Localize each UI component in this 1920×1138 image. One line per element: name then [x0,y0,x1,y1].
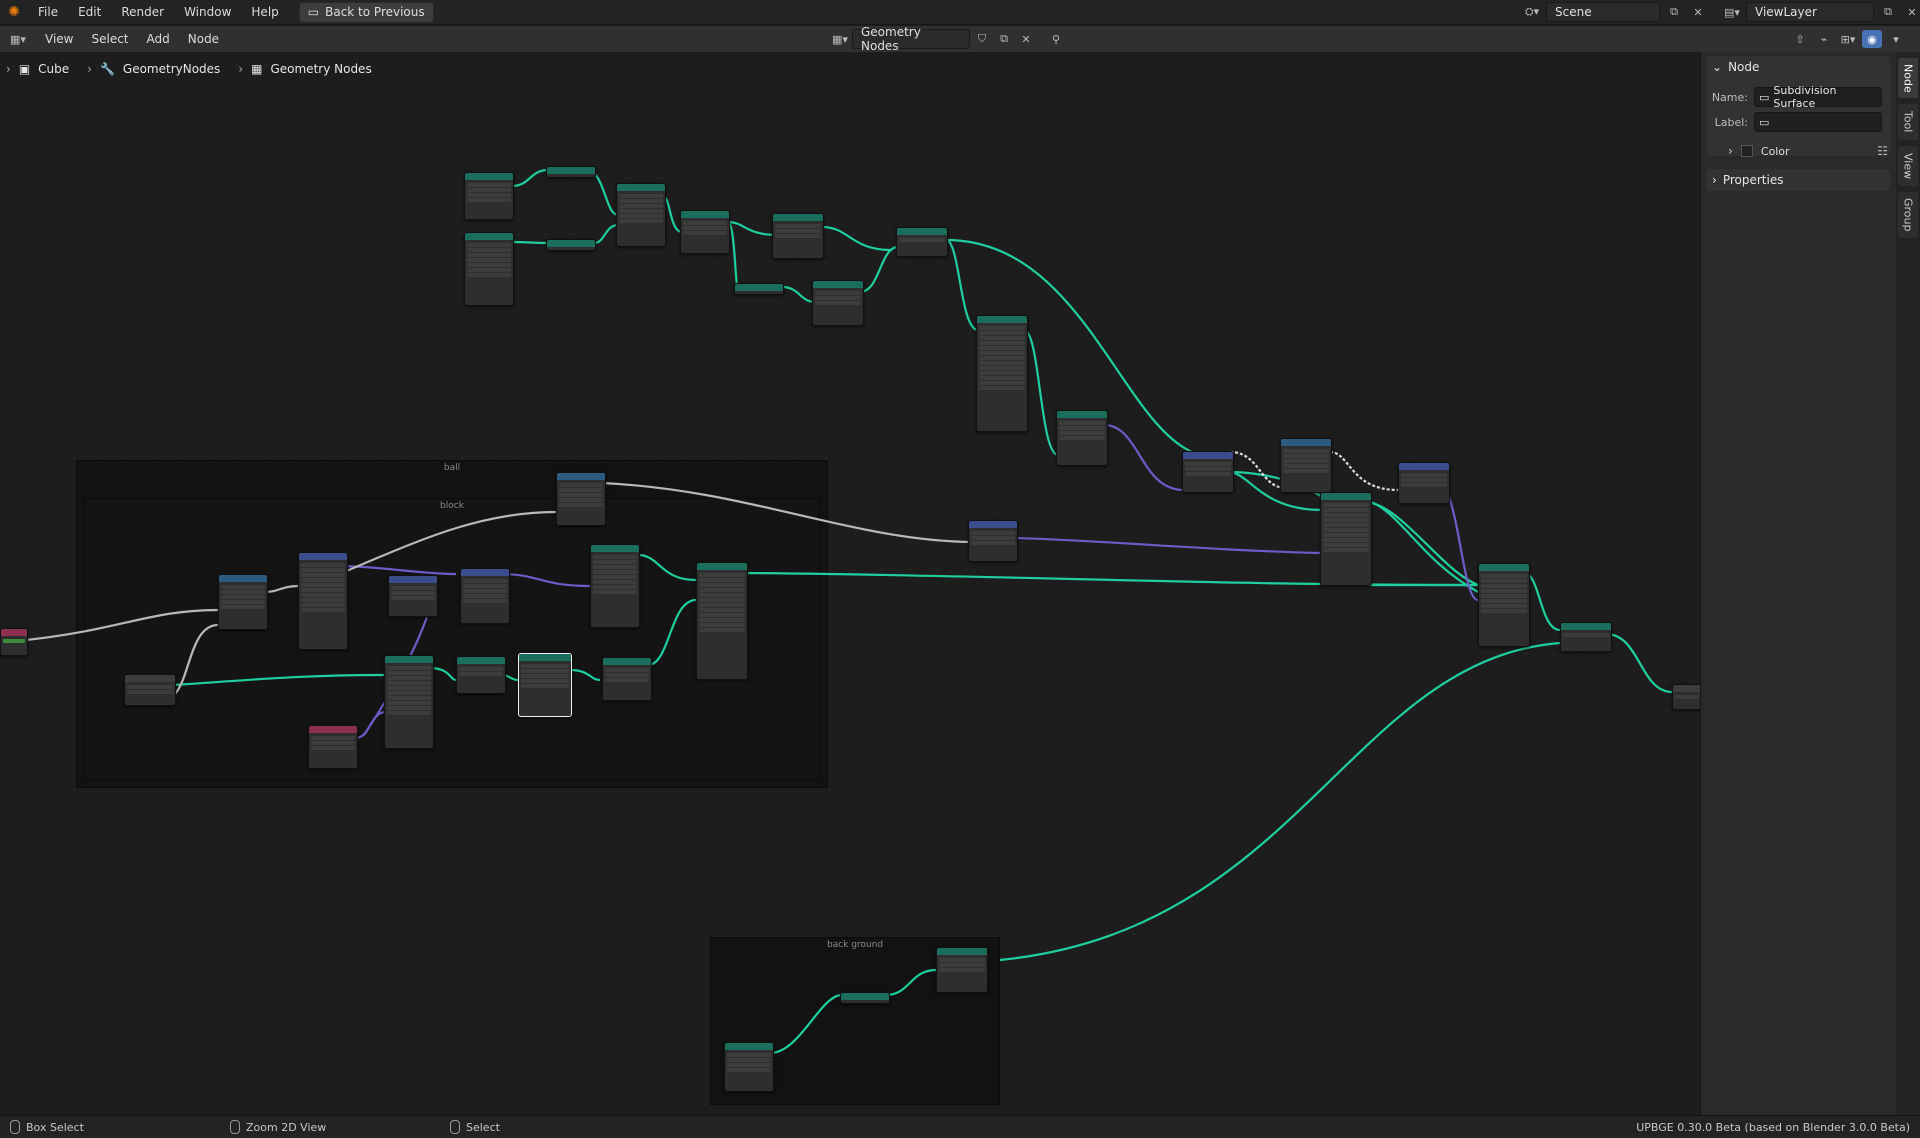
node-set-shade-smooth[interactable] [680,210,730,254]
chevron-right-icon: › [1712,173,1717,187]
node-geometry-proximity[interactable] [1056,410,1108,466]
new-view-layer-icon[interactable]: ⧉ [1878,3,1898,21]
name-row: Name: ▭ Subdivision Surface [1706,84,1882,110]
view-layer-selector: ▤▾ ViewLayer ⧉ ✕ [1722,2,1920,22]
node-icon: ▭ [1759,90,1770,104]
node-subdivide-mesh[interactable] [456,656,506,694]
node-transform-5[interactable] [1320,492,1372,586]
label-field[interactable]: ▭ [1754,112,1882,132]
wrench-icon: 🔧 [99,62,115,76]
label-label: Label: [1714,115,1748,129]
overlay-dropdown-icon[interactable]: ▾ [1886,30,1906,48]
node-instance-on-points[interactable] [696,562,748,680]
tab-node[interactable]: Node [1898,58,1918,98]
node-join-geometry-1[interactable] [896,227,948,257]
node-multiply-1[interactable] [556,472,606,526]
status-box-select: Box Select [10,1120,220,1134]
node-links [25,168,1673,1055]
node-set-material-1[interactable] [772,213,824,259]
mouse-left-icon [10,1120,20,1134]
node-tree-icon: ▦ [251,62,263,76]
name-label: Name: [1711,90,1748,104]
node-multiply-2[interactable] [218,574,268,630]
mouse-middle-icon [230,1120,240,1134]
node-multiply-3[interactable] [460,568,510,624]
tab-group[interactable]: Group [1898,192,1918,238]
node-separate-xyz-2[interactable] [388,575,438,617]
color-label: Color [1760,144,1790,158]
sidebar-tabs: Node Tool View Group [1896,52,1920,1115]
chevron-right-icon: › [1728,144,1733,158]
node-value-input[interactable] [0,628,28,656]
overlay-icon[interactable]: ◉ [1862,30,1882,48]
breadcrumb-modifier: GeometryNodes [122,62,221,76]
mouse-right-icon [450,1120,460,1134]
properties-panel-header[interactable]: › Properties [1706,169,1890,191]
list-icon[interactable]: ☷ [1877,144,1888,158]
status-select-label: Select [466,1120,500,1134]
node-math-1[interactable] [1280,438,1332,493]
tab-view[interactable]: View [1898,146,1918,186]
node-group-input[interactable] [124,674,176,706]
chevron-right-icon: › [6,62,11,76]
version-label: UPBGE 0.30.0 Beta (based on Blender 3.0.… [1636,1120,1910,1134]
name-value: Subdivision Surface [1773,84,1837,110]
view-layer-field[interactable]: ViewLayer [1746,2,1874,22]
breadcrumb-node-group: Geometry Nodes [270,62,372,76]
node-mesh-boolean[interactable] [616,183,666,247]
snap-mode-icon[interactable]: ⊞▾ [1838,30,1858,48]
node-panel-title: Node [1728,60,1760,74]
status-box-select-label: Box Select [26,1120,84,1134]
node-uv-sphere[interactable] [464,172,514,220]
chevron-down-icon: ⌄ [1712,60,1723,74]
node-mesh-line[interactable] [590,544,640,628]
status-zoom: Zoom 2D View [230,1120,440,1134]
remove-view-layer-icon[interactable]: ✕ [1902,3,1920,21]
header-right-tools: ⇧ ⌁ ⊞▾ ◉ ▾ [1790,29,1906,49]
properties-panel: › Properties [1706,169,1890,191]
name-field[interactable]: ▭ Subdivision Surface [1754,84,1882,110]
node-icon: ▭ [1759,115,1770,129]
status-bar: Box Select Zoom 2D View Select UPBGE 0.3… [0,1115,1920,1138]
node-set-material-2[interactable] [812,280,864,326]
node-transform-4[interactable] [976,315,1028,432]
node-combine-xyz-1[interactable] [1398,462,1450,504]
color-subpanel[interactable]: › Color ☷ [1728,144,1888,158]
status-select: Select [450,1120,660,1134]
label-row: Label: ▭ [1706,112,1882,132]
node-transform-1[interactable] [546,166,596,178]
node-rotate-instances[interactable] [1478,563,1530,647]
node-subdivision-surface[interactable] [518,653,572,717]
node-join-geometry-2[interactable] [1560,622,1612,652]
chevron-right-icon: › [238,62,244,76]
properties-panel-title: Properties [1722,173,1784,187]
node-combine-xyz-2[interactable] [968,520,1018,562]
node-grid[interactable] [724,1042,774,1092]
parent-node-tree-icon[interactable]: ⇧ [1790,30,1810,48]
node-multiply-add[interactable] [298,552,348,650]
node-panel-header[interactable]: ⌄ Node [1706,56,1890,78]
status-zoom-label: Zoom 2D View [246,1120,327,1134]
color-checkbox[interactable] [1740,145,1753,157]
node-group-output[interactable] [1672,684,1702,710]
tab-tool[interactable]: Tool [1898,104,1918,140]
breadcrumb-object: Cube [38,62,70,76]
view-layer-icon[interactable]: ▤▾ [1722,3,1742,21]
node-vector[interactable] [308,725,358,769]
chevron-right-icon: › [87,62,92,76]
node-set-material-3[interactable] [936,947,988,993]
node-transform-2[interactable] [546,239,596,251]
snap-icon[interactable]: ⌁ [1814,30,1834,48]
cube-object-icon: ▣ [18,62,31,76]
node-set-shade-smooth-2[interactable] [602,657,652,701]
node-transform-3[interactable] [734,283,784,295]
node-transform-7[interactable] [840,992,890,1004]
node-separate-xyz-1[interactable] [1182,451,1234,493]
node-transform-6[interactable] [384,655,434,749]
sidebar [1700,52,1897,1115]
node-cube[interactable] [464,232,514,306]
breadcrumb: › ▣ Cube › 🔧 GeometryNodes › ▦ Geometry … [6,62,372,76]
